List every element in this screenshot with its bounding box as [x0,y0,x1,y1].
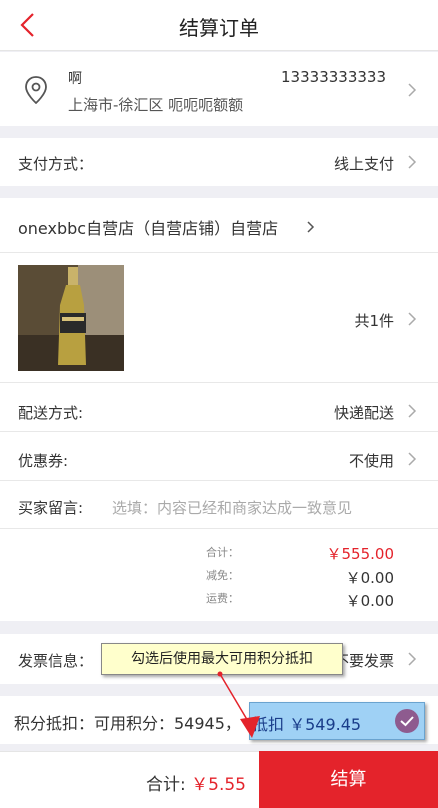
summary-shipping-label: 运费： [206,592,239,605]
summary-total-value: ￥555.00 [326,545,395,563]
page-header: 结算订单 [0,0,438,51]
summary-discount-label: 减免： [206,569,239,582]
chevron-right-icon [408,83,417,97]
chevron-right-icon [408,404,417,418]
payment-method-label: 支付方式： [18,155,94,173]
payment-method-row[interactable]: 支付方式： 线上支付 [0,138,438,186]
tooltip-arrow-icon [217,671,260,738]
coupon-value[interactable]: 不使用 [349,450,394,471]
checkout-button[interactable]: 结算 [259,751,438,808]
invoice-label: 发票信息： [18,652,94,670]
summary-shipping-value: ￥0.00 [345,592,394,610]
chevron-right-icon [408,312,417,326]
payment-method-value: 线上支付 [333,155,394,173]
address-phone: 13333333333 [281,68,386,86]
store-name[interactable]: onexbbc自营店（自营店铺）自营店 [18,215,278,239]
delivery-method-value[interactable]: 快递配送 [334,402,394,423]
buyer-message-label: 买家留言: [18,499,84,517]
summary-total-label: 合计： [206,546,239,559]
coupon-label: 优惠券: [18,452,69,470]
chevron-right-icon [307,221,315,233]
footer-total-value: ￥5.55 [191,775,246,795]
summary-discount-value: ￥0.00 [345,569,394,587]
location-pin-icon [25,76,47,104]
beer-bottle-image [18,265,124,371]
chevron-right-icon [408,452,417,466]
product-count[interactable]: 共1件 [354,310,394,331]
chevron-right-icon [408,652,417,666]
chevron-right-icon [408,155,417,169]
footer-total-label: 合计: [146,775,192,795]
product-image[interactable] [18,265,124,371]
delivery-method-label: 配送方式: [18,404,84,422]
buyer-message-input[interactable]: 选填：内容已经和商家达成一致意见 [112,497,352,518]
address-detail: 上海市-徐汇区 呃呃呃额额 [68,96,244,114]
page-title: 结算订单 [179,16,259,40]
address-name: 啊 [68,71,82,87]
checkmark-icon[interactable] [395,709,419,733]
